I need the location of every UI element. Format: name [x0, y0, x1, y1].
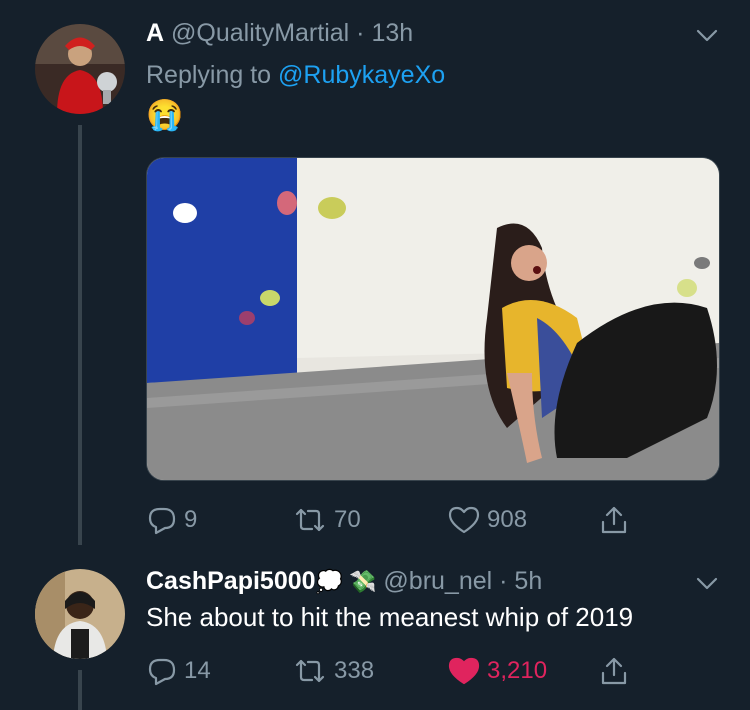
share-icon [601, 506, 627, 534]
name-emojis: 💭 💸 [315, 569, 377, 594]
timestamp[interactable]: 5h [514, 567, 542, 595]
reply-button[interactable]: 14 [146, 655, 211, 687]
like-button[interactable]: 3,210 [447, 655, 547, 687]
like-count: 3,210 [487, 657, 548, 684]
like-count: 908 [487, 506, 528, 533]
timestamp[interactable]: 13h [371, 19, 413, 47]
crying-emoji: 😭 [146, 99, 184, 132]
handle[interactable]: @QualityMartial [171, 19, 349, 47]
reply-icon [148, 507, 176, 535]
chevron-down-icon[interactable] [693, 570, 721, 598]
retweet-icon [295, 508, 325, 532]
share-button[interactable] [598, 655, 630, 687]
reply-count: 9 [184, 506, 198, 533]
display-name[interactable]: A [146, 19, 164, 47]
like-button[interactable]: 908 [447, 504, 527, 536]
replying-to-link[interactable]: @RubykayeXo [278, 61, 445, 89]
retweet-count: 338 [334, 657, 375, 684]
tweet-quality-martial[interactable]: A @QualityMartial · 13h Replying to @Rub… [0, 0, 750, 545]
retweet-count: 70 [334, 506, 361, 533]
retweet-button[interactable]: 70 [292, 504, 361, 536]
tweet-header: A @QualityMartial · 13h [146, 19, 413, 48]
tweet-text: She about to hit the meanest whip of 201… [146, 602, 634, 632]
share-icon [601, 657, 627, 685]
reply-button[interactable]: 9 [146, 504, 197, 536]
avatar[interactable] [35, 569, 125, 659]
retweet-button[interactable]: 338 [292, 655, 374, 687]
separator: · [356, 19, 365, 47]
retweet-icon [295, 659, 325, 683]
separator: · [499, 567, 508, 595]
thread-line [78, 670, 82, 710]
share-button[interactable] [598, 504, 630, 536]
reply-icon [148, 658, 176, 686]
avatar[interactable] [35, 24, 125, 114]
video-media[interactable] [146, 157, 720, 481]
handle[interactable]: @bru_nel [383, 567, 492, 595]
tweet-header: CashPapi5000💭 💸 @bru_nel · 5h [146, 567, 542, 596]
thread-line [78, 125, 82, 545]
avatar-image [35, 569, 125, 659]
avatar-image [35, 24, 125, 114]
heart-icon [448, 657, 480, 685]
heart-icon [448, 506, 480, 534]
chevron-down-icon[interactable] [693, 22, 721, 50]
replying-prefix: Replying to [146, 61, 272, 89]
replying-to: Replying to @RubykayeXo [146, 61, 445, 90]
reply-count: 14 [184, 657, 211, 684]
tweet-cashpapi5000[interactable]: CashPapi5000💭 💸 @bru_nel · 5h She about … [0, 545, 750, 710]
video-thumbnail [147, 158, 719, 480]
display-name[interactable]: CashPapi5000 [146, 567, 316, 595]
